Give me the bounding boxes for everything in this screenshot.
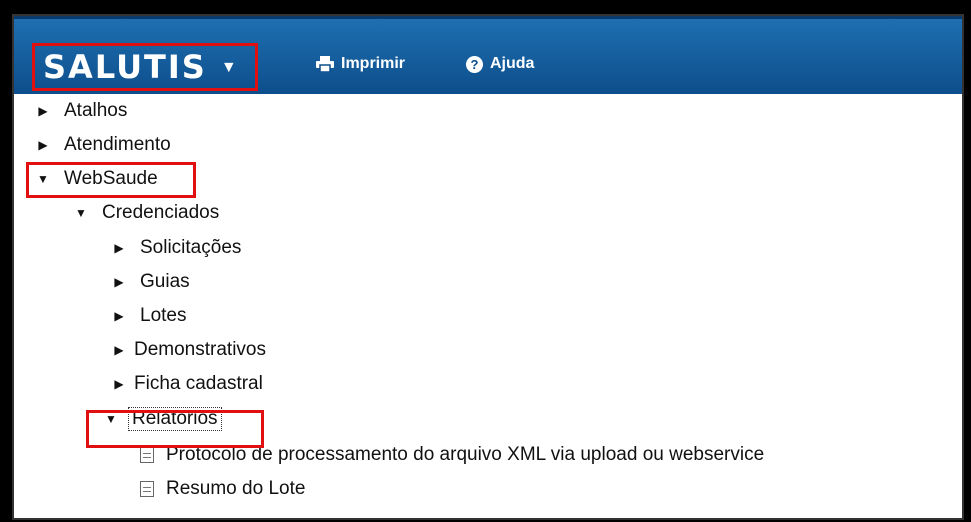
tree-label[interactable]: Atalhos	[64, 100, 127, 122]
collapsed-arrow-icon[interactable]: ▶	[110, 275, 128, 289]
brand-title: SALUTIS	[43, 48, 207, 86]
tree-item-atalhos[interactable]: ▶ Atalhos	[34, 96, 127, 126]
tree-label[interactable]: Solicitações	[140, 237, 241, 259]
tree-item-credenciados[interactable]: ▼ Credenciados	[72, 198, 219, 228]
tree-label[interactable]: Lotes	[140, 305, 186, 327]
document-icon	[140, 447, 154, 463]
collapsed-arrow-icon[interactable]: ▶	[110, 377, 128, 391]
document-icon	[140, 481, 154, 497]
highlight-websaude	[26, 162, 196, 198]
tree-item-atendimento[interactable]: ▶ Atendimento	[34, 130, 171, 160]
tree-label[interactable]: Ficha cadastral	[134, 373, 263, 395]
collapsed-arrow-icon[interactable]: ▶	[110, 241, 128, 255]
help-button[interactable]: ? Ajuda	[466, 55, 534, 73]
collapsed-arrow-icon[interactable]: ▶	[34, 138, 52, 152]
help-label: Ajuda	[490, 55, 535, 72]
collapsed-arrow-icon[interactable]: ▶	[110, 343, 128, 357]
tree-item-resumo-lote[interactable]: Resumo do Lote	[140, 474, 305, 504]
expanded-arrow-icon[interactable]: ▼	[72, 206, 90, 220]
collapsed-arrow-icon[interactable]: ▶	[34, 104, 52, 118]
printer-icon	[316, 56, 334, 72]
tree-item-demonstrativos[interactable]: ▶ Demonstrativos	[110, 335, 266, 365]
print-button[interactable]: Imprimir	[316, 55, 405, 73]
top-toolbar: SALUTIS ▼ Imprimir ? Ajuda	[14, 16, 962, 94]
tree-label[interactable]: Credenciados	[102, 202, 219, 224]
tree-label[interactable]: Demonstrativos	[134, 339, 266, 361]
caret-down-icon: ▼	[220, 59, 237, 76]
tree-label[interactable]: Guias	[140, 271, 190, 293]
tree-item-guias[interactable]: ▶ Guias	[110, 267, 190, 297]
tree-item-solicitacoes[interactable]: ▶ Solicitações	[110, 233, 241, 263]
screenshot-frame: SALUTIS ▼ Imprimir ? Ajuda ▶ Atalhos ▶ A…	[0, 0, 971, 522]
app-window: SALUTIS ▼ Imprimir ? Ajuda ▶ Atalhos ▶ A…	[12, 14, 964, 520]
tree-label[interactable]: Atendimento	[64, 134, 171, 156]
print-label: Imprimir	[341, 55, 406, 72]
tree-label[interactable]: Resumo do Lote	[166, 478, 305, 500]
collapsed-arrow-icon[interactable]: ▶	[110, 309, 128, 323]
highlight-relatorios	[86, 410, 264, 448]
salutis-menu-button[interactable]: SALUTIS ▼	[32, 43, 258, 91]
help-icon: ?	[466, 55, 483, 73]
tree-item-ficha-cadastral[interactable]: ▶ Ficha cadastral	[110, 369, 263, 399]
tree-item-lotes[interactable]: ▶ Lotes	[110, 301, 186, 331]
